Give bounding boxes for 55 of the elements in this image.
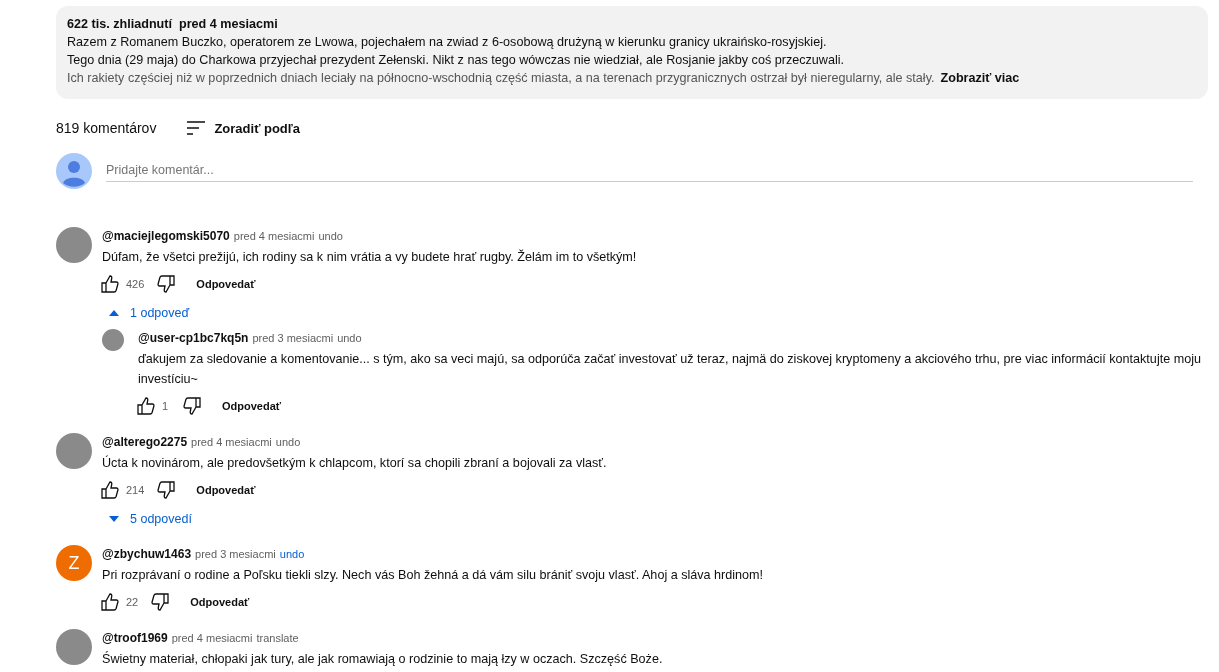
like-icon[interactable] xyxy=(136,396,156,416)
description-text: Ich rakiety częściej niż w poprzednich dniach leciały na północno-wschodnią część miasta, a na terenach przygranicznych ostrzał był nieregularny, ale stały. xyxy=(67,71,935,85)
description-text: Tego dnia (29 maja) do Charkowa przyjechał prezydent Zełenski. Nikt z nas tego wówczas nie wiedział, ale Rosjanie jakby coś przeczuwali. xyxy=(67,53,844,67)
like-count: 214 xyxy=(126,484,145,496)
comment-time: pred 4 mesiacmi xyxy=(191,436,272,448)
avatar-photo-placeholder xyxy=(102,329,124,351)
comment-count: 819 komentárov xyxy=(56,120,157,136)
like-count: 426 xyxy=(126,278,145,290)
reply-button[interactable]: Odpovedať xyxy=(196,274,256,294)
avatar-photo-placeholder xyxy=(56,433,92,469)
like-count: 22 xyxy=(126,596,139,608)
comment-time: pred 4 mesiacmi xyxy=(233,230,315,242)
dislike-icon[interactable] xyxy=(156,274,177,294)
caret-icon xyxy=(108,309,120,317)
comment-time: pred 4 mesiacmi xyxy=(171,632,253,644)
translate-link[interactable]: undo xyxy=(279,548,305,560)
like-icon[interactable] xyxy=(100,274,120,294)
comment-author[interactable]: @zbychuw1463 xyxy=(102,547,192,561)
comment-text: Pri rozprávaní o rodine a Poľsku tiekli slzy. Nech vás Boh žehná a dá vám silu brániť svoju vlasť. Ahoj a sláva hrdinom! xyxy=(102,567,765,584)
comment-time: pred 3 mesiacmi xyxy=(195,548,276,560)
replies-toggle[interactable]: 1 odpoveď xyxy=(102,299,190,327)
comment-author[interactable]: @user-cp1bc7kq5n xyxy=(138,331,249,345)
translate-link[interactable]: translate xyxy=(256,632,299,644)
translate-link[interactable]: undo xyxy=(337,332,362,344)
reply-button[interactable]: Odpovedať xyxy=(222,396,282,416)
comment-text: Dúfam, že všetci prežijú, ich rodiny sa k nim vrátia a vy budete hrať rugby. Želám im to všetkým! xyxy=(102,248,638,266)
comment-text: ďakujem za sledovanie a komentovanie... s tým, ako sa veci majú, sa odporúča začať investovať už teraz, najmä do ziskovej kryptomeny a akciového trhu, pre viac informácií kontaktujte moju investíciu~ xyxy=(138,351,1202,388)
dislike-icon[interactable] xyxy=(150,592,171,612)
sort-icon xyxy=(186,120,207,136)
comment-author[interactable]: @alterego2275 xyxy=(102,435,188,449)
translate-link[interactable]: undo xyxy=(318,230,343,242)
comment-text: Świetny materiał, chłopaki jak tury, ale jak romawiają o rodzinie to mają łzy w oczach. Szczęść Boże. xyxy=(102,650,664,668)
comment-author[interactable]: @troof1969 xyxy=(102,631,168,645)
avatar-icon: Z xyxy=(56,545,92,581)
avatar-photo-placeholder xyxy=(56,629,92,665)
reply-button[interactable]: Odpovedať xyxy=(190,592,250,612)
replies-toggle[interactable]: 5 odpovedí xyxy=(102,505,192,533)
caret-icon xyxy=(108,515,120,523)
like-count: 1 xyxy=(162,400,170,412)
comment-text: Úcta k novinárom, ale predovšetkým k chlapcom, ktorí sa chopili zbraní a bojovali za vlasť. xyxy=(102,454,608,472)
comment-input-field[interactable]: Pridajte komentár... xyxy=(106,162,1193,182)
reply-button[interactable]: Odpovedať xyxy=(196,480,256,500)
like-icon[interactable] xyxy=(100,592,120,612)
translate-link[interactable]: undo xyxy=(275,436,301,448)
comment-time: pred 3 mesiacmi xyxy=(252,332,334,344)
video-stats: 622 tis. zhliadnutí pred 4 mesiacmi xyxy=(67,16,279,33)
avatar-icon xyxy=(56,153,92,189)
sort-button[interactable]: Zoradiť podľa xyxy=(186,120,301,136)
show-more-link[interactable]: Zobraziť viac xyxy=(940,71,1020,85)
dislike-icon[interactable] xyxy=(182,396,202,416)
description-text: Razem z Romanem Buczko, operatorem ze Lwowa, pojechałem na zwiad z 6-osobową drużyną w kierunku granicy ukraińsko-rosyjskiej. xyxy=(67,35,827,49)
comment-author[interactable]: @maciejlegomski5070 xyxy=(102,229,230,243)
like-icon[interactable] xyxy=(100,480,120,500)
dislike-icon[interactable] xyxy=(156,480,177,500)
avatar-photo-placeholder xyxy=(56,227,92,263)
